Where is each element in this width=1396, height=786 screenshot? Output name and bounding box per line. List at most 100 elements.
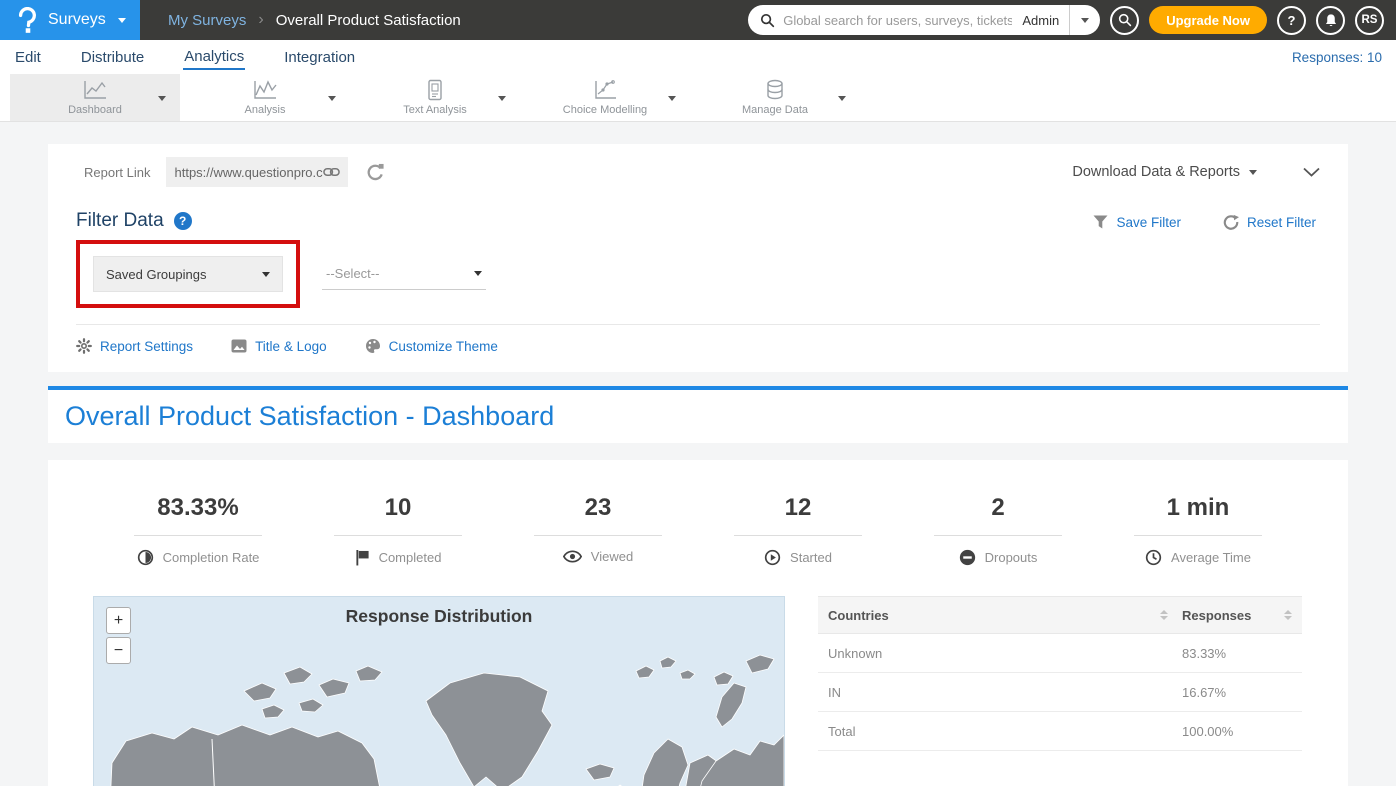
countries-table-header: Countries Responses xyxy=(818,596,1302,634)
responses-cell: 83.33% xyxy=(1182,646,1292,661)
country-cell: Unknown xyxy=(828,646,1182,661)
report-settings-button[interactable]: Report Settings xyxy=(76,338,193,354)
table-row: Unknown 83.33% xyxy=(818,634,1302,673)
chevron-down-icon xyxy=(118,18,126,23)
choice-modelling-icon xyxy=(591,79,619,101)
analytics-tabstrip: Dashboard Analysis Text Analysis xyxy=(0,74,1396,122)
report-link-input[interactable] xyxy=(174,165,323,180)
collapse-panel-button[interactable] xyxy=(1303,167,1320,177)
eye-icon xyxy=(563,550,582,563)
chevron-down-icon xyxy=(1081,18,1089,23)
tab-label: Dashboard xyxy=(68,104,122,116)
search-button[interactable] xyxy=(1110,6,1139,35)
download-data-reports-button[interactable]: Download Data & Reports xyxy=(1072,164,1257,180)
report-toolbar-card: Report Link Download Data & Reports xyxy=(48,144,1348,372)
divider xyxy=(334,535,462,536)
reset-filter-button[interactable]: Reset Filter xyxy=(1223,214,1316,230)
notifications-button[interactable] xyxy=(1316,6,1345,35)
reset-icon xyxy=(1223,214,1239,230)
report-link-label: Report Link xyxy=(84,165,150,180)
chevron-down-icon[interactable] xyxy=(668,96,676,101)
highlight-red-box: Saved Groupings xyxy=(76,240,300,308)
chevron-down-icon xyxy=(474,271,482,276)
bell-icon xyxy=(1324,13,1338,28)
chevron-down-icon[interactable] xyxy=(158,96,166,101)
text-analysis-icon xyxy=(424,79,446,101)
grouping-value-select[interactable]: --Select-- xyxy=(322,258,486,290)
title-logo-button[interactable]: Title & Logo xyxy=(231,338,327,354)
world-map[interactable] xyxy=(94,643,784,786)
dashboard-title-card: Overall Product Satisfaction - Dashboard xyxy=(48,386,1348,443)
search-scope-dropdown[interactable] xyxy=(1070,5,1100,35)
stat-label-text: Average Time xyxy=(1171,550,1251,565)
tab-manage-data[interactable]: Manage Data xyxy=(690,74,860,121)
product-switcher[interactable]: Surveys xyxy=(0,0,140,40)
tab-edit[interactable]: Edit xyxy=(14,45,42,69)
divider xyxy=(1134,535,1262,536)
stat-completion-rate: 83.33% Completion Rate xyxy=(98,494,298,566)
stat-value: 2 xyxy=(898,494,1098,522)
tab-analytics[interactable]: Analytics xyxy=(183,44,245,70)
stat-label-text: Started xyxy=(790,550,832,565)
help-button[interactable]: ? xyxy=(1277,6,1306,35)
save-filter-button[interactable]: Save Filter xyxy=(1093,214,1181,230)
table-row: Total 100.00% xyxy=(818,712,1302,751)
saved-groupings-value: Saved Groupings xyxy=(106,267,262,282)
avatar[interactable]: RS xyxy=(1355,6,1384,35)
database-icon xyxy=(764,79,786,101)
tab-analysis[interactable]: Analysis xyxy=(180,74,350,121)
response-distribution-map[interactable]: Response Distribution + − xyxy=(93,596,785,786)
distribution-row: Response Distribution + − xyxy=(48,566,1348,786)
stats-row: 83.33% Completion Rate 10 Completed xyxy=(48,460,1348,566)
flag-icon xyxy=(355,549,370,566)
sort-responses-icon[interactable] xyxy=(1284,610,1292,620)
filter-actions: Save Filter Reset Filter xyxy=(1093,214,1316,230)
save-filter-label: Save Filter xyxy=(1116,215,1181,230)
table-row: IN 16.67% xyxy=(818,673,1302,712)
tab-distribute[interactable]: Distribute xyxy=(80,45,145,69)
saved-groupings-select[interactable]: Saved Groupings xyxy=(93,256,283,292)
global-search-input[interactable] xyxy=(783,13,1012,28)
chevron-down-icon[interactable] xyxy=(498,96,506,101)
breadcrumb: My Surveys › Overall Product Satisfactio… xyxy=(168,11,461,29)
customize-theme-label: Customize Theme xyxy=(389,339,498,354)
completion-gauge-icon xyxy=(137,549,154,566)
stat-value: 10 xyxy=(298,494,498,522)
regenerate-link-button[interactable] xyxy=(366,163,385,182)
chevron-down-icon[interactable] xyxy=(838,96,846,101)
palette-icon xyxy=(365,338,381,354)
responses-count[interactable]: Responses: 10 xyxy=(1292,50,1382,65)
tab-integration[interactable]: Integration xyxy=(283,45,356,69)
countries-table: Countries Responses Unknown 83.33% IN 16… xyxy=(818,596,1302,786)
sort-countries-icon[interactable] xyxy=(1160,610,1168,620)
tab-label: Choice Modelling xyxy=(563,104,647,116)
stat-viewed: 23 Viewed xyxy=(498,494,698,566)
chevron-down-icon[interactable] xyxy=(328,96,336,101)
tab-choice-modelling[interactable]: Choice Modelling xyxy=(520,74,690,121)
tab-text-analysis[interactable]: Text Analysis xyxy=(350,74,520,121)
divider xyxy=(734,535,862,536)
breadcrumb-my-surveys[interactable]: My Surveys xyxy=(168,12,246,29)
analysis-chart-icon xyxy=(251,79,279,101)
reset-filter-label: Reset Filter xyxy=(1247,215,1316,230)
stat-dropouts: 2 Dropouts xyxy=(898,494,1098,566)
link-icon xyxy=(323,166,340,178)
map-zoom-in-button[interactable]: + xyxy=(106,607,131,634)
filter-controls: Saved Groupings --Select-- xyxy=(48,232,1348,308)
divider xyxy=(134,535,262,536)
copy-link-button[interactable] xyxy=(323,166,340,178)
customize-theme-button[interactable]: Customize Theme xyxy=(365,338,498,354)
countries-column-header: Countries xyxy=(828,608,1154,623)
stat-label-text: Completion Rate xyxy=(163,550,260,565)
dashboard-chart-icon xyxy=(81,79,109,101)
help-icon[interactable]: ? xyxy=(174,212,192,230)
global-search: Admin xyxy=(748,5,1100,35)
stat-value: 83.33% xyxy=(98,494,298,522)
tab-dashboard[interactable]: Dashboard xyxy=(10,74,180,121)
tab-label: Text Analysis xyxy=(403,104,467,116)
product-name: Surveys xyxy=(48,11,106,29)
survey-nav: Edit Distribute Analytics Integration Re… xyxy=(0,40,1396,74)
stat-started: 12 Started xyxy=(698,494,898,566)
upgrade-now-button[interactable]: Upgrade Now xyxy=(1149,6,1267,34)
gear-icon xyxy=(76,338,92,354)
